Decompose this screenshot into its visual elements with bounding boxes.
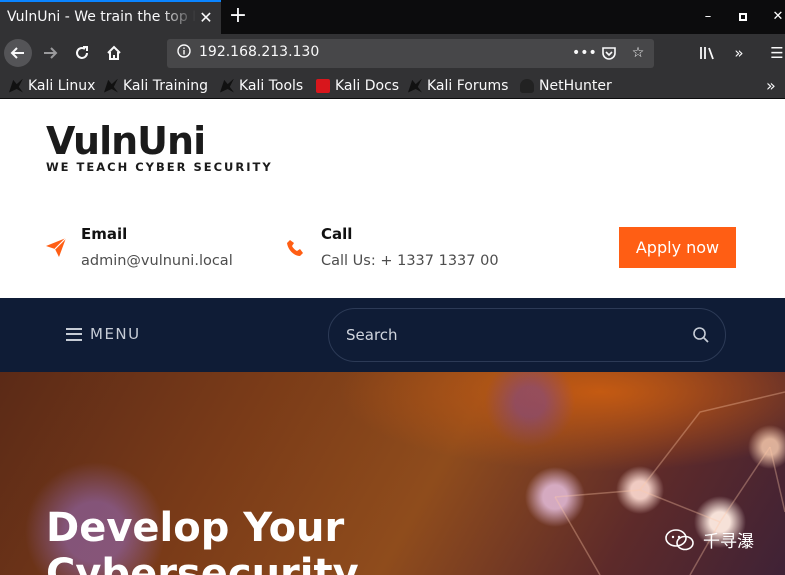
kali-dragon-icon (104, 78, 118, 93)
hero-banner: Develop Your Cybersecurity 千寻瀑 (0, 372, 785, 575)
bookmark-nethunter[interactable]: NetHunter (520, 75, 612, 96)
nethunter-icon (520, 78, 534, 93)
url-text[interactable]: 192.168.213.130 (199, 44, 319, 60)
watermark-text: 千寻瀑 (703, 532, 754, 552)
browser-tab[interactable]: VulnUni - We train the top Information ✕ (0, 0, 221, 34)
bookmark-kali-training[interactable]: Kali Training (104, 75, 208, 96)
site-tagline: WE TEACH CYBER SECURITY (46, 160, 273, 174)
menu-label: MENU (90, 325, 141, 343)
hero-title: Develop Your Cybersecurity (46, 505, 359, 575)
bookmark-kali-docs[interactable]: Kali Docs (316, 75, 399, 96)
bookmark-kali-linux[interactable]: Kali Linux (9, 75, 95, 96)
phone-icon (287, 239, 309, 261)
overflow-chevron-icon[interactable]: » (728, 42, 750, 64)
watermark: 千寻瀑 (665, 527, 754, 552)
page-actions-icon[interactable]: ••• (572, 43, 597, 63)
bookmarks-overflow-icon[interactable]: » (766, 76, 776, 95)
main-navigation-bar: MENU Search (0, 298, 785, 372)
search-placeholder: Search (346, 326, 398, 344)
call-value[interactable]: Call Us: + 1337 1337 00 (321, 253, 499, 269)
kali-dragon-icon (408, 78, 422, 93)
menu-toggle-button[interactable]: MENU (66, 325, 141, 343)
email-label: Email (81, 225, 128, 243)
wechat-icon (665, 528, 695, 551)
close-window-icon[interactable]: ✕ (770, 8, 785, 26)
email-value[interactable]: admin@vulnuni.local (81, 253, 233, 269)
reload-icon[interactable] (68, 39, 96, 67)
bookmarks-toolbar: Kali Linux Kali Training Kali Tools Kali… (0, 72, 785, 99)
site-logo[interactable]: VulnUni (46, 119, 206, 163)
hamburger-menu-icon[interactable]: ☰ (766, 42, 785, 64)
hamburger-icon (66, 327, 82, 341)
bookmark-kali-forums[interactable]: Kali Forums (408, 75, 508, 96)
info-icon[interactable] (176, 44, 192, 60)
paper-plane-icon (45, 236, 67, 258)
library-icon[interactable] (697, 42, 719, 64)
minimize-icon[interactable]: – (700, 8, 716, 26)
call-label: Call (321, 225, 353, 243)
url-bar[interactable]: 192.168.213.130 ••• ☆ (167, 39, 654, 68)
close-tab-icon[interactable]: ✕ (196, 8, 216, 28)
bookmark-star-icon[interactable]: ☆ (628, 43, 648, 63)
search-input[interactable]: Search (328, 308, 726, 362)
browser-tab-bar: VulnUni - We train the top Information ✕… (0, 0, 785, 34)
home-icon[interactable] (100, 39, 128, 67)
apply-now-button[interactable]: Apply now (619, 227, 736, 268)
kali-dragon-icon (9, 78, 23, 93)
pocket-icon[interactable] (599, 43, 619, 63)
bookmark-kali-tools[interactable]: Kali Tools (220, 75, 303, 96)
maximize-icon[interactable] (735, 8, 751, 26)
kali-docs-icon (316, 78, 330, 93)
browser-toolbar: 192.168.213.130 ••• ☆ » ☰ (0, 34, 785, 72)
kali-dragon-icon (220, 78, 234, 93)
forward-icon[interactable] (36, 39, 64, 67)
search-icon[interactable] (692, 326, 710, 344)
back-icon[interactable] (4, 39, 32, 67)
new-tab-icon[interactable]: + (228, 4, 248, 28)
web-page: VulnUni WE TEACH CYBER SECURITY Email ad… (0, 99, 785, 575)
